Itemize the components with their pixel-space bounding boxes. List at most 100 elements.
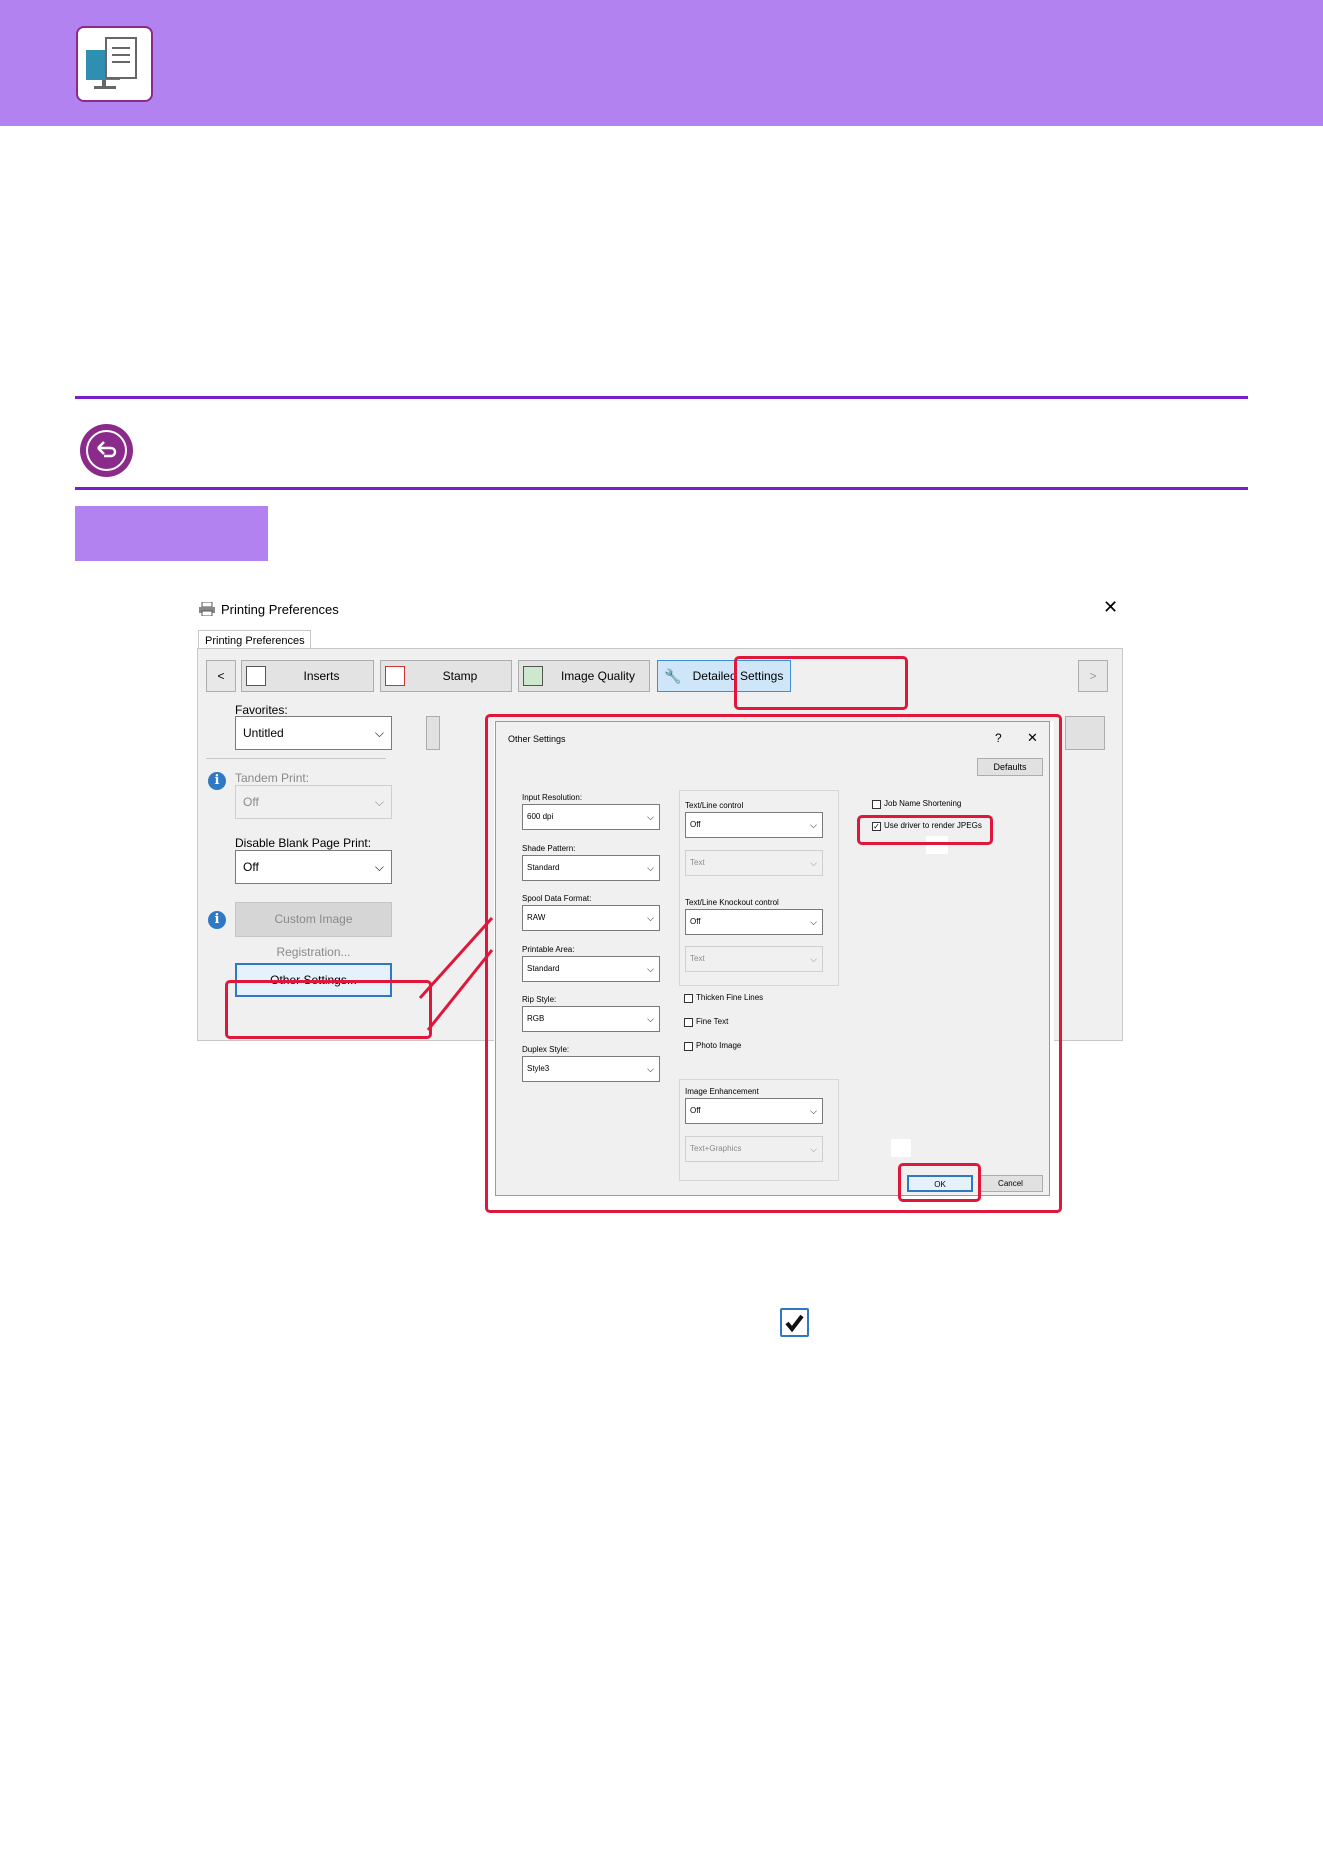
duplex-style-value: Style3 — [527, 1064, 550, 1073]
nav-next-button[interactable]: > — [1078, 660, 1108, 692]
disable-blank-page-print-label: Disable Blank Page Print: — [235, 836, 372, 850]
disable-blank-page-print-value: Off — [243, 860, 259, 874]
image-quality-icon — [523, 666, 543, 686]
photo-image-checkbox[interactable] — [684, 1042, 693, 1051]
chevron-down-icon: ⌵ — [647, 964, 654, 974]
highlight-detailed-settings — [734, 656, 908, 710]
partial-button[interactable] — [426, 716, 440, 750]
section-rule-bottom — [75, 487, 1248, 490]
marker-box — [891, 1139, 911, 1157]
help-button[interactable]: ? — [995, 731, 1002, 745]
printable-area-select[interactable]: Standard ⌵ — [522, 956, 660, 982]
rip-style-select[interactable]: RGB ⌵ — [522, 1006, 660, 1032]
chevron-down-icon: ⌵ — [810, 1106, 817, 1116]
chevron-down-icon: ⌵ — [374, 795, 384, 809]
stamp-button[interactable]: Stamp — [380, 660, 512, 692]
text-line-control-value: Off — [690, 820, 701, 829]
image-quality-label: Image Quality — [560, 669, 636, 683]
photo-image-label: Photo Image — [696, 1041, 742, 1050]
highlight-ok-button — [898, 1163, 981, 1202]
job-name-shortening-label: Job Name Shortening — [884, 799, 962, 808]
chevron-down-icon: ⌵ — [810, 917, 817, 927]
chevron-down-icon: ⌵ — [647, 863, 654, 873]
highlight-other-settings — [225, 980, 432, 1039]
printable-area-value: Standard — [527, 964, 560, 973]
dialog-close-button[interactable]: ✕ — [1027, 730, 1038, 746]
job-name-shortening-checkbox[interactable] — [872, 800, 881, 809]
tandem-print-label: Tandem Print: — [235, 771, 310, 785]
info-icon: i — [208, 911, 226, 929]
inserts-label: Inserts — [303, 669, 340, 683]
chevron-down-icon: ⌵ — [647, 1064, 654, 1074]
inserts-button[interactable]: Inserts — [241, 660, 374, 692]
image-enhancement-select[interactable]: Off ⌵ — [685, 1098, 823, 1124]
text-line-knockout-control-select[interactable]: Off ⌵ — [685, 909, 823, 935]
fine-text-checkbox[interactable] — [684, 1018, 693, 1027]
text-line-knockout-control-sub-value: Text — [690, 954, 705, 963]
other-settings-dialog: Other Settings ? ✕ Defaults Input Resolu… — [495, 721, 1050, 1196]
image-enhancement-value: Off — [690, 1106, 701, 1115]
back-arrow-icon[interactable] — [80, 424, 133, 477]
disable-blank-page-print-select[interactable]: Off ⌵ — [235, 850, 392, 884]
custom-image-registration-button[interactable]: Custom Image Registration... — [235, 902, 392, 959]
partial-right-button[interactable] — [1065, 716, 1105, 750]
info-icon: i — [208, 772, 226, 790]
stamp-label: Stamp — [442, 669, 478, 683]
section-rule-top — [75, 396, 1248, 399]
text-line-control-sub-select[interactable]: Text ⌵ — [685, 850, 823, 876]
image-quality-button[interactable]: Image Quality — [518, 660, 650, 692]
chevron-down-icon: ⌵ — [374, 860, 384, 874]
duplex-style-select[interactable]: Style3 ⌵ — [522, 1056, 660, 1082]
chevron-down-icon: ⌵ — [647, 812, 654, 822]
cancel-button[interactable]: Cancel — [978, 1175, 1043, 1192]
dialog-title: Other Settings — [508, 734, 566, 744]
input-resolution-label: Input Resolution: — [522, 793, 583, 802]
image-enhancement-sub-select[interactable]: Text+Graphics ⌵ — [685, 1136, 823, 1162]
spool-data-format-select[interactable]: RAW ⌵ — [522, 905, 660, 931]
text-line-knockout-control-sub-select[interactable]: Text ⌵ — [685, 946, 823, 972]
input-resolution-select[interactable]: 600 dpi ⌵ — [522, 804, 660, 830]
stamp-icon — [385, 666, 405, 686]
text-line-control-label: Text/Line control — [685, 801, 744, 810]
back-arrow-ring — [86, 430, 127, 471]
step-heading-box — [75, 506, 268, 561]
chevron-down-icon: ⌵ — [647, 1014, 654, 1024]
chevron-down-icon: ⌵ — [374, 726, 384, 740]
tandem-print-select[interactable]: Off ⌵ — [235, 785, 392, 819]
text-line-knockout-control-value: Off — [690, 917, 701, 926]
header-band — [0, 0, 1323, 126]
favorites-value: Untitled — [243, 726, 284, 740]
shade-pattern-select[interactable]: Standard ⌵ — [522, 855, 660, 881]
printable-area-label: Printable Area: — [522, 945, 575, 954]
highlight-use-driver-to-render-jpegs — [857, 815, 993, 845]
checkmark-icon — [780, 1308, 809, 1337]
monitor-document-icon — [76, 26, 153, 102]
tandem-print-value: Off — [243, 795, 259, 809]
text-line-knockout-control-label: Text/Line Knockout control — [685, 898, 779, 907]
favorites-select[interactable]: Untitled ⌵ — [235, 716, 392, 750]
chevron-down-icon: ⌵ — [810, 820, 817, 830]
thicken-fine-lines-label: Thicken Fine Lines — [696, 993, 764, 1002]
inserts-icon — [246, 666, 266, 686]
defaults-button[interactable]: Defaults — [977, 758, 1043, 776]
divider — [206, 758, 386, 759]
nav-prev-button[interactable]: < — [206, 660, 236, 692]
text-line-control-select[interactable]: Off ⌵ — [685, 812, 823, 838]
image-enhancement-label: Image Enhancement — [685, 1087, 759, 1096]
shade-pattern-label: Shade Pattern: — [522, 844, 576, 853]
favorites-label: Favorites: — [235, 703, 288, 717]
tab-printing-preferences[interactable]: Printing Preferences — [198, 630, 311, 650]
printer-icon — [199, 601, 215, 621]
image-enhancement-sub-value: Text+Graphics — [690, 1144, 742, 1153]
window-close-button[interactable]: ✕ — [1103, 597, 1118, 618]
chevron-down-icon: ⌵ — [647, 913, 654, 923]
duplex-style-label: Duplex Style: — [522, 1045, 570, 1054]
shade-pattern-value: Standard — [527, 863, 560, 872]
chevron-down-icon: ⌵ — [810, 858, 817, 868]
spool-data-format-label: Spool Data Format: — [522, 894, 592, 903]
chevron-down-icon: ⌵ — [810, 1144, 817, 1154]
thicken-fine-lines-checkbox[interactable] — [684, 994, 693, 1003]
wrench-icon: 🔧 — [664, 668, 682, 684]
rip-style-value: RGB — [527, 1014, 545, 1023]
chevron-down-icon: ⌵ — [810, 954, 817, 964]
